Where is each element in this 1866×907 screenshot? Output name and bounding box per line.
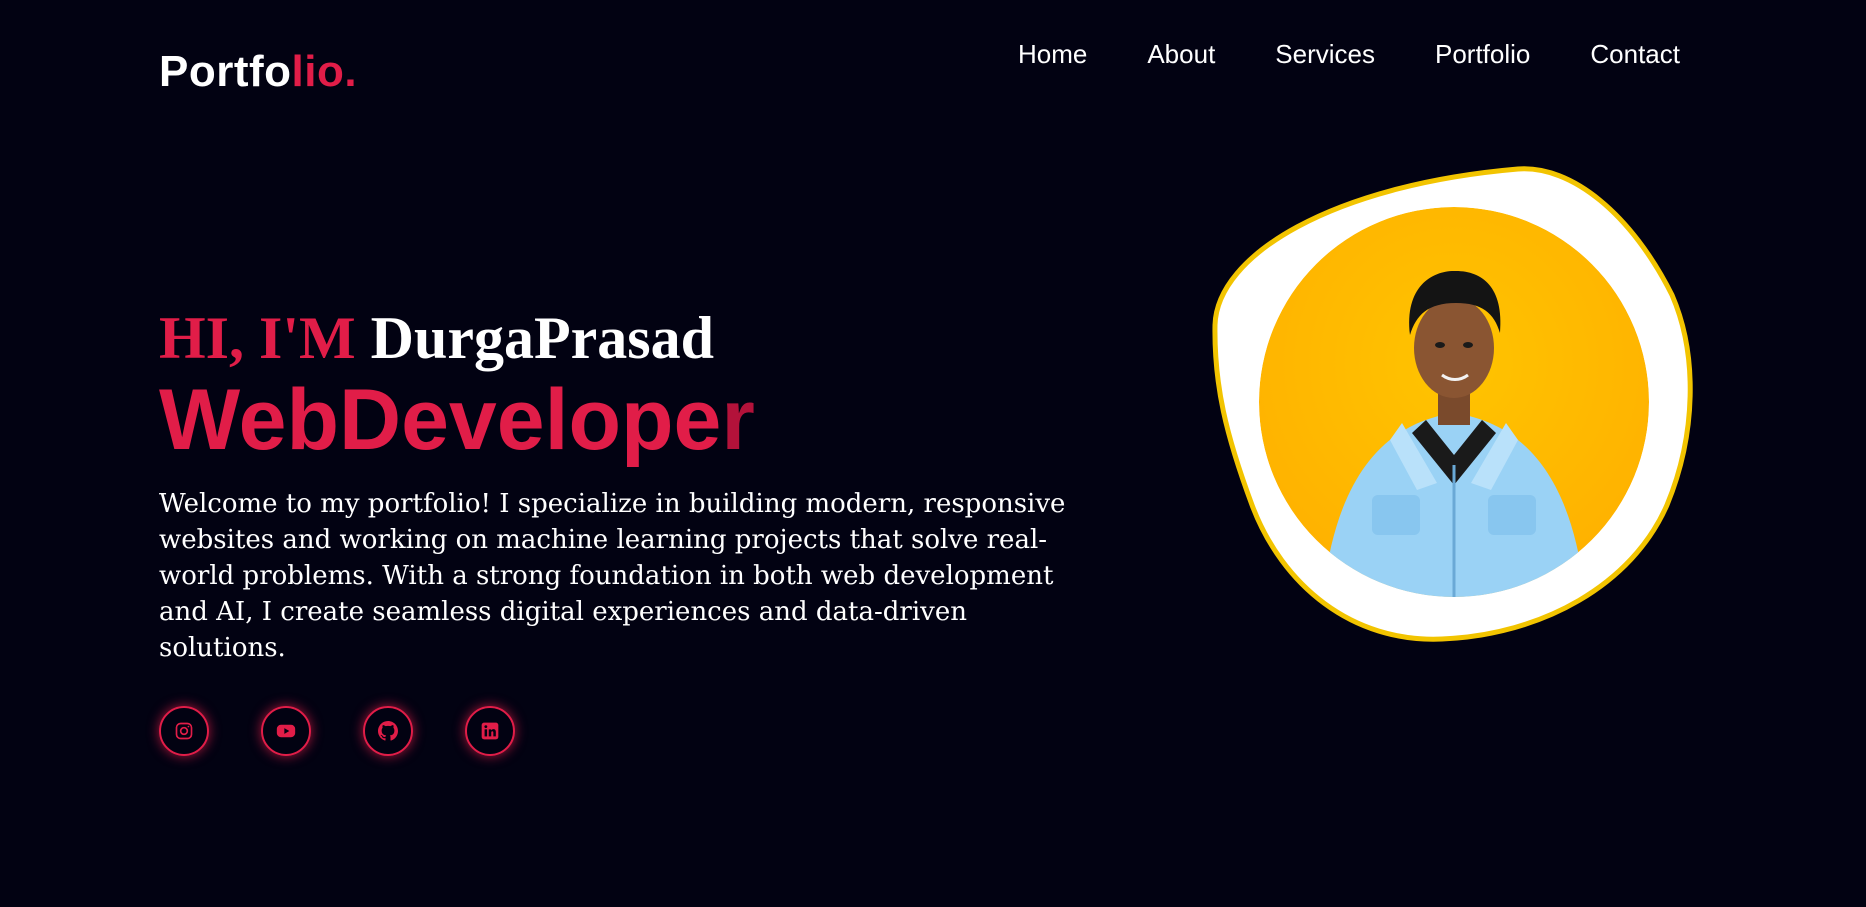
logo-accent: lio. <box>291 47 358 96</box>
github-icon <box>378 721 398 741</box>
instagram-icon <box>175 722 193 740</box>
nav-link-contact[interactable]: Contact <box>1590 39 1680 69</box>
nav-link-portfolio[interactable]: Portfolio <box>1435 39 1530 69</box>
role-text: WebDevelope <box>159 372 722 468</box>
linkedin-link[interactable] <box>465 706 515 756</box>
profile-photo <box>1212 165 1694 643</box>
social-links <box>159 706 515 756</box>
hero-name: DurgaPrasad <box>370 305 715 371</box>
nav-item-about: About <box>1147 36 1215 72</box>
hero-section: HI, I'M DurgaPrasad WebDeveloper Welcome… <box>159 300 1099 666</box>
github-link[interactable] <box>363 706 413 756</box>
profile-photo-frame <box>1212 166 1693 642</box>
role-text-typing-tail: r <box>721 372 755 468</box>
nav-link-services[interactable]: Services <box>1275 39 1375 69</box>
instagram-link[interactable] <box>159 706 209 756</box>
hero-greeting: HI, I'M DurgaPrasad <box>159 300 1099 376</box>
logo-main: Portfo <box>159 47 292 96</box>
main-nav: Home About Services Portfolio Contact <box>1018 36 1680 72</box>
nav-item-home: Home <box>1018 36 1087 72</box>
hero-role: WebDeveloper <box>159 372 1099 468</box>
nav-link-about[interactable]: About <box>1147 39 1215 69</box>
nav-link-home[interactable]: Home <box>1018 39 1087 69</box>
logo[interactable]: Portfolio. <box>159 44 357 100</box>
linkedin-icon <box>481 722 499 740</box>
youtube-icon <box>276 724 296 738</box>
nav-item-contact: Contact <box>1590 36 1680 72</box>
greeting-prefix: HI, I'M <box>159 305 356 371</box>
nav-item-portfolio: Portfolio <box>1435 36 1530 72</box>
nav-item-services: Services <box>1275 36 1375 72</box>
youtube-link[interactable] <box>261 706 311 756</box>
hero-intro: Welcome to my portfolio! I specialize in… <box>159 489 1066 663</box>
